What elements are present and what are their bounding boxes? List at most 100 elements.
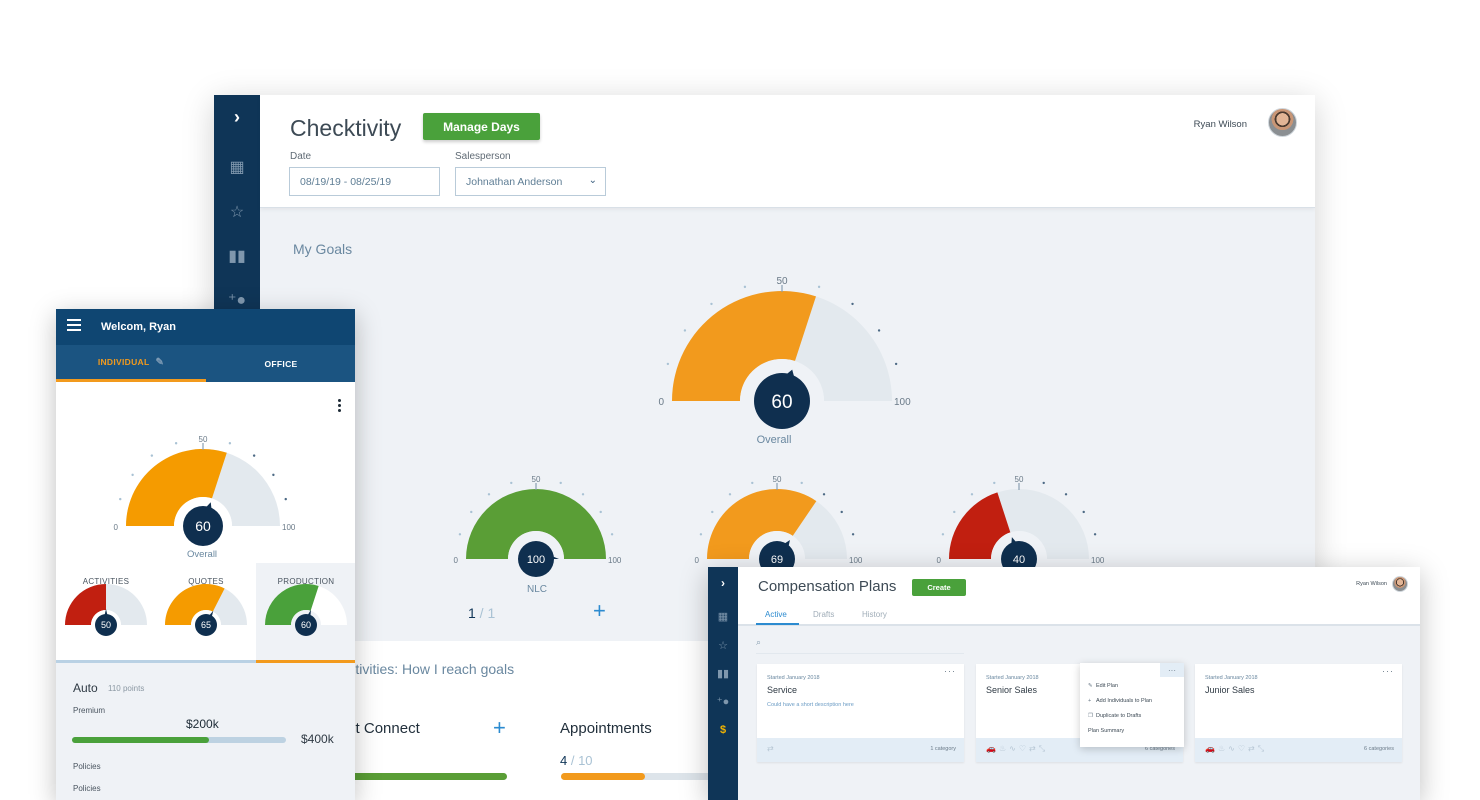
search-input[interactable]: ⌕ <box>756 637 964 654</box>
tab-office-label: OFFICE <box>264 358 298 369</box>
line-title: Auto <box>73 681 98 695</box>
gauge-mid-label: 50 <box>1015 475 1024 484</box>
date-range-input[interactable]: 08/19/19 - 08/25/19 <box>289 167 440 196</box>
salesperson-label: Salesperson <box>455 151 511 162</box>
gauge-value: 65 <box>201 620 211 630</box>
add-activity-icon[interactable]: + <box>493 717 506 739</box>
plan-card[interactable]: Started January 2018 Junior Sales ··· 🚗♨… <box>1195 664 1402 762</box>
gauge-tick <box>599 510 602 514</box>
expand-sidebar-icon[interactable]: › <box>708 574 738 592</box>
gauge-min-label: 0 <box>658 397 664 408</box>
add-goal-icon[interactable]: + <box>593 600 606 622</box>
salesperson-value: Johnathan Anderson <box>466 175 563 188</box>
gauge-tick <box>1093 533 1097 536</box>
more-options-icon[interactable]: ··· <box>1382 666 1394 676</box>
gauge-tick <box>993 481 996 485</box>
gauge-tick <box>458 533 462 536</box>
comp-sidebar: › ▦ ☆ ▮▮ ⁺● $ <box>708 567 738 800</box>
compensation-dollar-icon[interactable]: $ <box>708 721 738 739</box>
gauge-min-label: 0 <box>937 556 942 565</box>
goals-star-icon[interactable]: ☆ <box>214 199 260 225</box>
gauge-tick <box>941 533 945 536</box>
category-count: 6 categories <box>1364 746 1394 752</box>
menu-item-edit-plan[interactable]: ✎ Edit Plan <box>1088 683 1118 689</box>
tab-drafts[interactable]: Drafts <box>813 610 834 619</box>
active-tab-indicator <box>756 623 799 625</box>
gauge-max-label: 100 <box>282 523 296 532</box>
manage-days-button[interactable]: Manage Days <box>423 113 540 140</box>
edit-icon[interactable]: ✎ <box>155 357 164 368</box>
policies-label: Policies <box>73 784 101 793</box>
expand-sidebar-icon[interactable]: › <box>214 104 260 130</box>
gauge-min-label: 0 <box>114 523 119 532</box>
plan-name: Senior Sales <box>986 685 1038 695</box>
menu-item-duplicate[interactable]: ❐ Duplicate to Drafts <box>1088 713 1141 719</box>
avatar[interactable] <box>1268 108 1297 137</box>
gauge-value: 40 <box>1013 554 1025 566</box>
activity-count: 4 / 10 <box>560 753 593 768</box>
gauge-tick <box>510 481 513 485</box>
gauge-mid-label: 50 <box>776 276 788 287</box>
plus-icon: + <box>1088 698 1092 704</box>
gauge-tick <box>877 329 881 332</box>
dashboard-icon[interactable]: ▦ <box>708 607 738 625</box>
category-count: 1 category <box>930 746 956 752</box>
hamburger-menu-icon[interactable] <box>67 319 81 331</box>
gauge-tick <box>728 493 732 496</box>
plan-card[interactable]: Started January 2018 Service Could have … <box>757 664 964 762</box>
gauge-pager: 1 / 1 <box>468 605 495 621</box>
gauge-tick <box>953 510 956 514</box>
chevron-down-icon: ⌄ <box>588 175 597 186</box>
activity-progress-fill <box>561 773 645 780</box>
tab-individual[interactable]: INDIVIDUAL ✎ <box>56 345 206 382</box>
section-title: My Goals <box>293 241 353 257</box>
reports-chart-icon[interactable]: ▮▮ <box>214 243 260 269</box>
create-button[interactable]: Create <box>912 579 966 596</box>
gauge-tick <box>840 510 843 514</box>
reports-chart-icon[interactable]: ▮▮ <box>708 664 738 682</box>
avatar[interactable] <box>1392 576 1408 592</box>
tab-office[interactable]: OFFICE <box>206 345 355 382</box>
tab-history[interactable]: History <box>862 610 887 619</box>
gauge-mid-label: 50 <box>773 475 782 484</box>
category-quotes[interactable]: QUOTES 65 <box>156 563 256 663</box>
add-user-icon[interactable]: ⁺● <box>708 692 738 710</box>
search-icon: ⌕ <box>756 637 762 647</box>
gauge-value: 50 <box>101 620 111 630</box>
tab-active[interactable]: Active <box>765 610 787 619</box>
menu-item-label: Plan Summary <box>1088 728 1125 734</box>
more-options-icon[interactable] <box>338 399 341 414</box>
gauge-tick <box>851 533 855 536</box>
category-activities[interactable]: ACTIVITIES 50 <box>56 563 156 663</box>
pager-current: 1 <box>468 605 476 621</box>
category-icons: 🚗♨∿♡⇄⤡ <box>1205 744 1268 753</box>
user-name: Ryan Wilson <box>1356 581 1387 587</box>
second-gauge: 0 50 100 69 <box>695 475 863 587</box>
category-gauge: 65 <box>165 584 247 640</box>
page-title: Checktivity <box>290 115 402 141</box>
pager-total: / 1 <box>475 605 496 621</box>
gauge-tick <box>666 362 670 366</box>
dashboard-icon[interactable]: ▦ <box>214 154 260 180</box>
date-label: Date <box>290 151 312 162</box>
gauge-value: 60 <box>301 620 311 630</box>
more-options-icon[interactable]: ··· <box>944 666 956 676</box>
goals-star-icon[interactable]: ☆ <box>708 636 738 654</box>
compensation-window: › ▦ ☆ ▮▮ ⁺● $ Compensation Plans Create … <box>708 567 1420 800</box>
gauge-tick <box>559 481 562 485</box>
gauge-tick <box>683 329 687 332</box>
salesperson-select[interactable]: Johnathan Anderson ⌄ <box>455 167 606 196</box>
menu-item-plan-summary[interactable]: Plan Summary <box>1088 728 1124 734</box>
nlc-gauge-label: NLC <box>526 584 548 595</box>
more-options-icon[interactable]: ··· <box>1160 663 1184 677</box>
copy-icon: ❐ <box>1088 713 1093 719</box>
gauge-tick <box>751 481 754 485</box>
menu-item-add-individuals[interactable]: + Add Individuals to Plan <box>1088 698 1152 704</box>
category-production[interactable]: PRODUCTION 60 <box>256 563 355 663</box>
overall-gauge: 0 50 100 60 <box>658 276 911 443</box>
user-name: Ryan Wilson <box>1193 119 1247 130</box>
premium-goal: $400k <box>301 732 334 746</box>
gauge-min-label: 0 <box>454 556 459 565</box>
gauge-tick <box>272 473 275 477</box>
gauge-tick <box>131 473 134 477</box>
